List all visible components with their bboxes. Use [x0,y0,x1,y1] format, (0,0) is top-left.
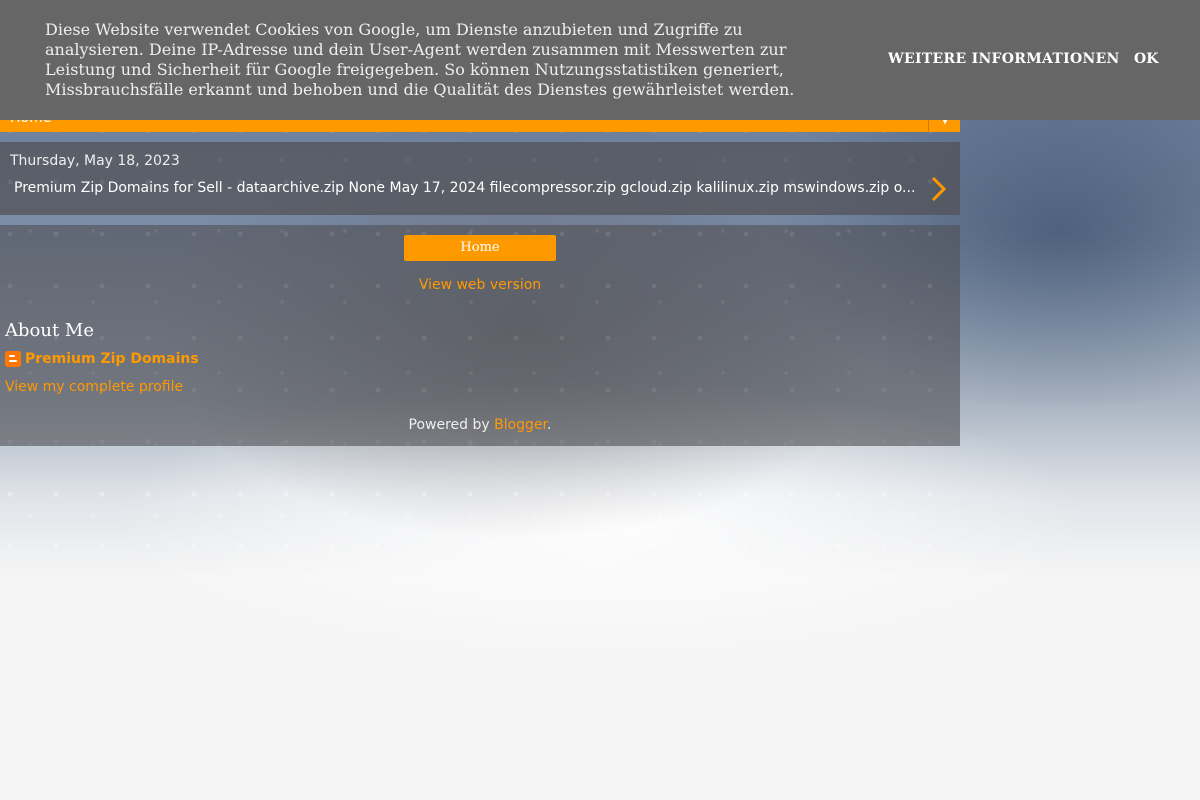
cookie-ok-button[interactable]: OK [1134,51,1158,67]
view-profile-link[interactable]: View my complete profile [5,379,183,395]
chevron-right-icon[interactable] [928,174,948,204]
main-panel: Home View web version About Me Premium Z… [0,225,960,446]
more-information-link[interactable]: WEITERE INFORMATIONEN [888,51,1120,67]
cookie-banner: Diese Website verwendet Cookies von Goog… [0,0,1200,120]
post-date: Thursday, May 18, 2023 [10,153,180,169]
powered-by-suffix: . [547,417,552,433]
cookie-notice-text: Diese Website verwendet Cookies von Goog… [45,20,795,99]
about-me-heading: About Me [5,320,94,341]
blogger-link[interactable]: Blogger [494,417,547,433]
powered-by-text: Powered by [408,417,495,433]
view-web-version-link[interactable]: View web version [0,277,960,293]
post-item: Thursday, May 18, 2023 Premium Zip Domai… [0,142,960,215]
post-snippet-link[interactable]: Premium Zip Domains for Sell - dataarchi… [14,180,919,196]
blogger-icon [5,351,21,367]
profile-name-link[interactable]: Premium Zip Domains [25,351,199,367]
home-button[interactable]: Home [404,235,556,261]
powered-by-footer: Powered by Blogger. [0,417,960,433]
